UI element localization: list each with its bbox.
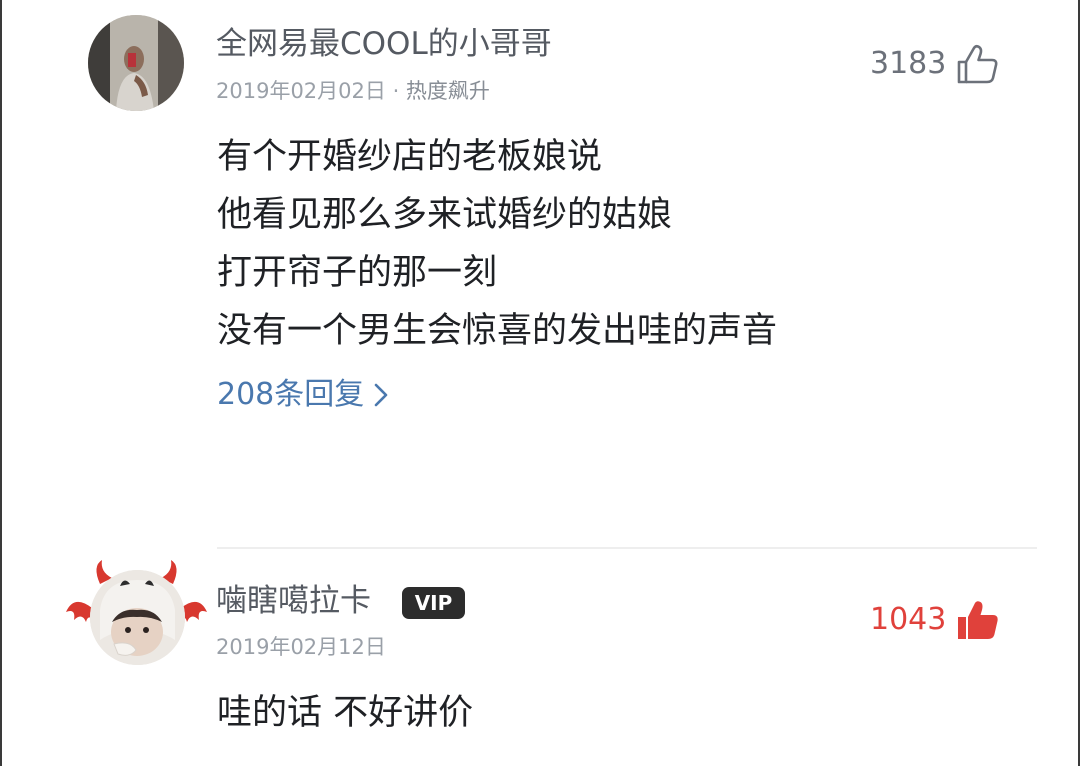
like-count: 1043 bbox=[870, 602, 947, 637]
vip-badge-label: VIP bbox=[414, 591, 453, 615]
avatar-photo bbox=[88, 15, 184, 111]
comment-divider bbox=[217, 547, 1037, 549]
vip-badge: VIP bbox=[402, 587, 465, 619]
user-avatar[interactable] bbox=[88, 15, 184, 111]
comment-text: 有个开婚纱店的老板娘说 他看见那么多来试婚纱的姑娘 打开帘子的那一刻 没有一个男… bbox=[217, 128, 777, 360]
comment-date: 2019年02月02日 bbox=[216, 79, 386, 103]
comment-meta: 2019年02月02日 · 热度飙升 bbox=[216, 78, 490, 104]
thumbs-up-filled-icon bbox=[958, 601, 999, 639]
like-button[interactable]: 3183 bbox=[870, 44, 1000, 84]
meta-separator: · bbox=[385, 79, 406, 103]
comment-text: 哇的话 不好讲价 bbox=[217, 684, 473, 742]
thumbs-up-outline-icon bbox=[958, 44, 998, 84]
like-button[interactable]: 1043 bbox=[870, 600, 1000, 640]
username[interactable]: 全网易最COOL的小哥哥 bbox=[216, 26, 552, 62]
user-avatar-frame[interactable] bbox=[64, 558, 209, 670]
username[interactable]: 噛瞎噶拉卡 bbox=[216, 583, 371, 619]
comment-item: 全网易最COOL的小哥哥 2019年02月02日 · 热度飙升 3183 有个开… bbox=[0, 0, 1080, 540]
like-count: 3183 bbox=[870, 46, 947, 81]
comment-line: 没有一个男生会惊喜的发出哇的声音 bbox=[217, 311, 778, 351]
avatar-photo bbox=[90, 570, 185, 665]
comment-line: 打开帘子的那一刻 bbox=[217, 253, 498, 293]
comment-line: 他看见那么多来试婚纱的姑娘 bbox=[217, 195, 673, 235]
chevron-right-icon bbox=[374, 383, 388, 407]
replies-count-label: 208条回复 bbox=[217, 377, 365, 412]
view-replies-link[interactable]: 208条回复 bbox=[217, 375, 390, 415]
user-avatar[interactable] bbox=[90, 570, 185, 665]
comment-line: 哇的话 不好讲价 bbox=[217, 693, 474, 733]
comment-date: 2019年02月12日 bbox=[216, 635, 386, 659]
comment-line: 有个开婚纱店的老板娘说 bbox=[217, 137, 603, 177]
trending-tag: 热度飙升 bbox=[405, 79, 490, 103]
